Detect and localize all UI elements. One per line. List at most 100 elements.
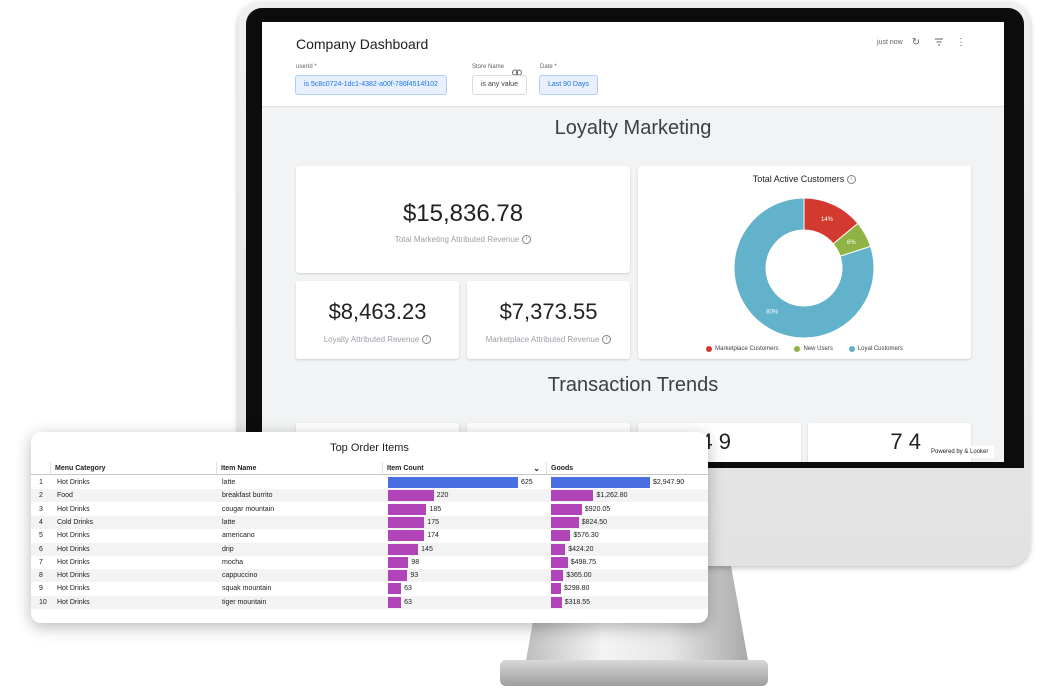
goods-bar bbox=[551, 570, 564, 582]
item-count-label: 185 bbox=[429, 505, 442, 513]
legend-swatch bbox=[706, 346, 713, 352]
goods-bar bbox=[551, 503, 582, 515]
donut-chart: 14% 6% 80% bbox=[733, 197, 875, 339]
item-name-cell: drip bbox=[222, 545, 234, 553]
filter-icon[interactable] bbox=[933, 37, 945, 49]
category-cell: Hot Drinks bbox=[57, 545, 90, 553]
userid-filter-label: userId * bbox=[296, 64, 317, 70]
legend-item[interactable]: Loyal Customers bbox=[848, 346, 903, 352]
item-count-bar bbox=[388, 530, 425, 542]
slice-data-label: 14% bbox=[821, 217, 834, 223]
table-row[interactable]: 8 Hot Drinks cappuccino 93 $365.00 bbox=[31, 569, 708, 583]
loyalty-section-title: Loyalty Marketing bbox=[554, 117, 712, 139]
slice-data-label: 6% bbox=[847, 240, 856, 246]
date-filter-chip[interactable]: Last 90 Days bbox=[539, 75, 598, 95]
row-number: 4 bbox=[39, 518, 43, 526]
table-row[interactable]: 5 Hot Drinks americano 174 $576.30 bbox=[31, 529, 708, 542]
item-name-cell: latte bbox=[222, 518, 236, 526]
item-count-label: 220 bbox=[436, 492, 449, 500]
item-name-cell: americano bbox=[222, 532, 255, 540]
goods-label: $576.30 bbox=[573, 532, 599, 540]
category-cell: Hot Drinks bbox=[57, 598, 90, 606]
powered-by-looker[interactable]: Powered by & Looker bbox=[925, 446, 995, 458]
store-filter-chip[interactable]: is any value bbox=[472, 75, 527, 95]
category-cell: Hot Drinks bbox=[57, 572, 90, 580]
goods-bar bbox=[551, 583, 562, 595]
total-revenue-value: $15,836.78 bbox=[402, 200, 524, 227]
page-title: Company Dashboard bbox=[296, 36, 429, 52]
chevron-down-icon[interactable]: ⌄ bbox=[533, 462, 540, 475]
table-row[interactable]: 1 Hot Drinks latte 625 $2,947.90 bbox=[31, 476, 708, 489]
marketplace-revenue-label: Marketplace Attributed Revenue bbox=[485, 335, 600, 344]
marketplace-revenue-card: $7,373.55 Marketplace Attributed Revenue… bbox=[467, 281, 630, 359]
legend-swatch bbox=[794, 346, 801, 352]
monitor-foot bbox=[500, 660, 768, 686]
goods-bar bbox=[551, 477, 650, 488]
goods-bar bbox=[551, 543, 566, 555]
item-name-cell: cappuccino bbox=[222, 572, 258, 580]
legend-label: New Users bbox=[803, 346, 833, 352]
total-revenue-card: $15,836.78 Total Marketing Attributed Re… bbox=[296, 166, 630, 273]
goods-label: $365.00 bbox=[566, 572, 592, 580]
item-count-bar bbox=[388, 516, 425, 528]
row-number: 7 bbox=[39, 558, 43, 566]
date-filter-label: Date * bbox=[540, 64, 557, 70]
item-count-bar bbox=[388, 596, 402, 608]
total-revenue-caption: Total Marketing Attributed Revenue i bbox=[296, 235, 630, 245]
info-icon[interactable]: i bbox=[847, 175, 857, 185]
row-number-header bbox=[31, 462, 51, 475]
active-customers-card: Total Active Customers i 14% 6% 80% Marketp… bbox=[638, 166, 971, 359]
table-row[interactable]: 7 Hot Drinks mocha 98 $498.75 bbox=[31, 556, 708, 569]
loyalty-revenue-label: Loyalty Attributed Revenue bbox=[323, 335, 420, 344]
store-filter-label: Store Name bbox=[472, 64, 505, 70]
item-name-cell: tiger mountain bbox=[222, 598, 267, 606]
column-header-category[interactable]: Menu Category bbox=[51, 462, 217, 475]
transaction-section-title: Transaction Trends bbox=[547, 374, 719, 396]
row-number: 10 bbox=[39, 598, 47, 606]
info-icon[interactable]: i bbox=[522, 235, 532, 245]
table-row[interactable]: 3 Hot Drinks cougar mountain 185 $920.05 bbox=[31, 503, 708, 516]
table-row[interactable]: 9 Hot Drinks squak mountain 63 $298.80 bbox=[31, 582, 708, 595]
chart-title-row: Total Active Customers i bbox=[638, 174, 971, 185]
item-count-bar bbox=[388, 556, 409, 568]
table-row[interactable]: 4 Cold Drinks latte 175 $824.50 bbox=[31, 515, 708, 529]
item-name-cell: latte bbox=[222, 479, 236, 486]
item-name-cell: breakfast burrito bbox=[222, 492, 273, 500]
row-number: 8 bbox=[39, 572, 43, 580]
row-number: 6 bbox=[39, 545, 43, 553]
table-row[interactable]: 2 Food breakfast burrito 220 $1,262.80 bbox=[31, 489, 708, 503]
more-menu-icon[interactable]: ⋮ bbox=[955, 37, 967, 49]
goods-bar bbox=[551, 490, 594, 502]
column-header-goods[interactable]: Goods bbox=[547, 462, 708, 475]
refresh-icon[interactable]: ↻ bbox=[910, 37, 922, 49]
item-count-bar bbox=[388, 583, 402, 595]
legend-item[interactable]: New Users bbox=[794, 346, 833, 352]
userid-filter-chip[interactable]: is 5c8c0724-1dc1-4382-a00f-786f4514f102 bbox=[295, 75, 447, 95]
goods-label: $498.75 bbox=[570, 558, 597, 566]
marketplace-revenue-caption: Marketplace Attributed Revenue i bbox=[467, 335, 630, 345]
info-icon[interactable]: i bbox=[602, 335, 612, 345]
goods-label: $318.55 bbox=[564, 598, 590, 606]
column-header-item[interactable]: Item Name bbox=[217, 462, 383, 475]
item-count-label: 625 bbox=[521, 479, 533, 486]
item-count-bar bbox=[388, 490, 434, 502]
legend-item[interactable]: Marketplace Customers bbox=[706, 346, 778, 352]
last-refresh-text: just now bbox=[877, 39, 903, 46]
table-row[interactable]: 10 Hot Drinks tiger mountain 63 $318.55 bbox=[31, 595, 708, 609]
item-count-label: 174 bbox=[427, 532, 439, 540]
goods-label: $424.20 bbox=[568, 545, 594, 553]
chart-legend: Marketplace Customers New Users Loyal Cust… bbox=[638, 346, 971, 352]
column-header-count[interactable]: Item Count ⌄ bbox=[383, 462, 547, 475]
goods-label: $298.80 bbox=[564, 585, 590, 593]
row-number: 5 bbox=[39, 532, 43, 540]
category-cell: Hot Drinks bbox=[57, 505, 90, 513]
item-count-label: 98 bbox=[411, 558, 420, 566]
info-icon[interactable]: i bbox=[422, 335, 432, 345]
table-row[interactable]: 6 Hot Drinks drip 145 $424.20 bbox=[31, 542, 708, 556]
goods-label: $920.05 bbox=[584, 505, 611, 513]
item-count-label: 145 bbox=[421, 545, 433, 553]
category-cell: Cold Drinks bbox=[57, 518, 94, 526]
chart-title: Total Active Customers bbox=[752, 174, 845, 184]
row-number: 1 bbox=[39, 479, 43, 486]
table-title: Top Order Items bbox=[330, 442, 409, 454]
